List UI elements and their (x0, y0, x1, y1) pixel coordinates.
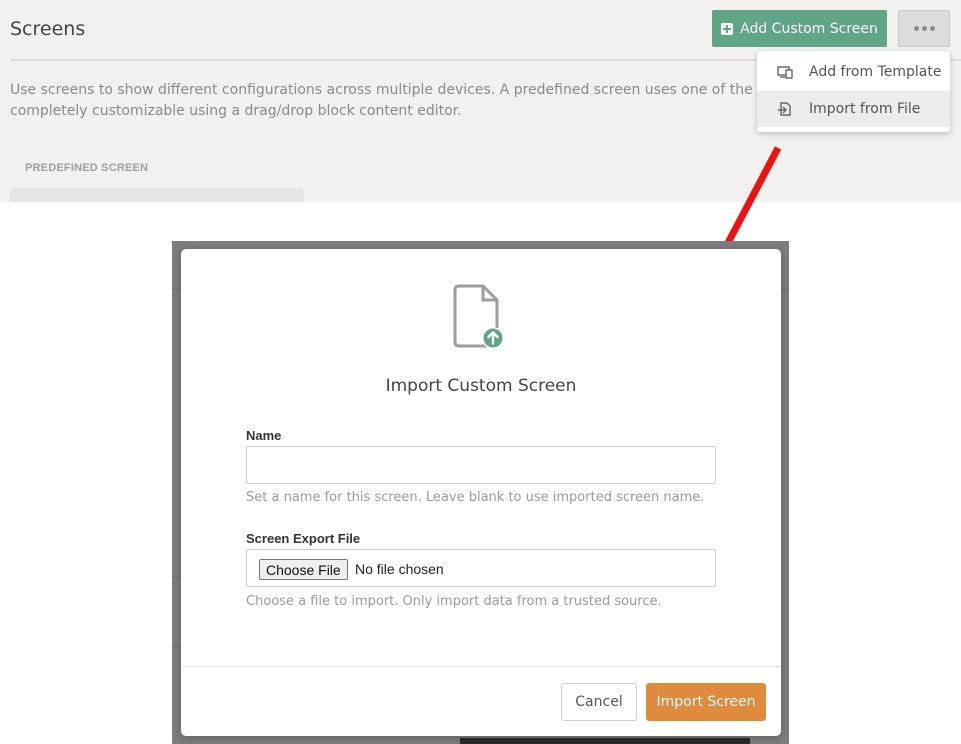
page-description: Use screens to show different configurat… (10, 80, 790, 122)
modal-title: Import Custom Screen (385, 376, 577, 396)
more-options-button[interactable] (898, 10, 950, 47)
add-custom-screen-button[interactable]: Add Custom Screen (712, 10, 887, 47)
name-label: Name (246, 428, 282, 443)
no-file-chosen-text: No file chosen (355, 561, 444, 577)
plus-square-icon (721, 22, 734, 35)
file-import-icon (778, 102, 791, 116)
backdrop-dark-strip (460, 738, 750, 744)
template-icon (777, 66, 793, 79)
screens-page-panel: Screens Add Custom Screen Use screens to… (0, 0, 961, 202)
import-custom-screen-modal: Import Custom Screen Name Set a name for… (181, 249, 781, 736)
choose-file-button[interactable]: Choose File (259, 559, 348, 580)
screen-export-file-label: Screen Export File (246, 531, 361, 546)
predefined-screen-card[interactable] (10, 188, 304, 202)
add-custom-screen-label: Add Custom Screen (740, 20, 878, 37)
modal-footer-divider (181, 666, 781, 667)
name-help-text: Set a name for this screen. Leave blank … (246, 490, 705, 505)
description-line: Use screens to show different configurat… (10, 82, 790, 98)
ellipsis-icon-dot (913, 26, 919, 31)
description-line: completely customizable using a drag/dro… (10, 103, 462, 119)
ellipsis-icon-dot (929, 26, 935, 31)
dropdown-item-label: Add from Template (809, 64, 942, 80)
name-input[interactable] (246, 446, 716, 484)
section-label: PREDEFINED SCREEN (25, 162, 149, 174)
ellipsis-icon-dot (921, 26, 927, 31)
dropdown-item-add-from-template[interactable]: Add from Template (757, 54, 950, 90)
more-options-dropdown: Add from Template Import from File (757, 51, 950, 132)
file-upload-icon (453, 284, 504, 349)
page-title: Screens (10, 18, 86, 40)
dropdown-item-label: Import from File (809, 101, 921, 117)
import-screen-button[interactable]: Import Screen (646, 683, 766, 721)
dropdown-item-import-from-file[interactable]: Import from File (757, 91, 950, 127)
file-input[interactable]: Choose File No file chosen (246, 549, 716, 587)
file-help-text: Choose a file to import. Only import dat… (246, 594, 662, 609)
cancel-button[interactable]: Cancel (561, 683, 637, 721)
